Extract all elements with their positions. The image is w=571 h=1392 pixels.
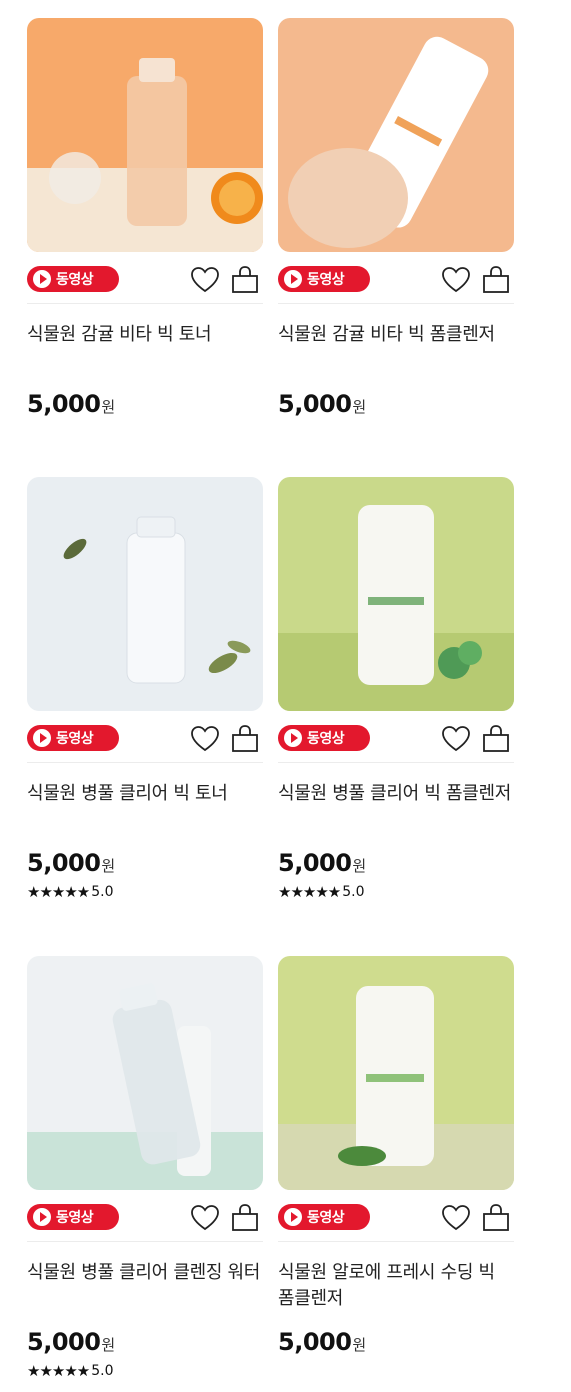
heart-icon[interactable]	[440, 264, 472, 296]
product-price: 5,000 원	[27, 849, 116, 877]
shopping-bag-icon[interactable]	[480, 1202, 512, 1234]
product-card[interactable]: 동영상 식물원 알로에 프레시 수딩 빅 폼클렌저 5,000 원	[278, 956, 514, 1356]
play-icon	[33, 1208, 51, 1226]
product-actions: 동영상	[278, 264, 514, 304]
video-badge[interactable]: 동영상	[27, 1204, 119, 1230]
product-card[interactable]: 동영상 식물원 감귤 비타 빅 토너 5,000 원	[27, 18, 263, 418]
heart-icon[interactable]	[440, 723, 472, 755]
product-actions: 동영상	[27, 1202, 263, 1242]
video-badge[interactable]: 동영상	[278, 1204, 370, 1230]
product-image-cleansing-water	[27, 956, 263, 1190]
video-badge[interactable]: 동영상	[27, 725, 119, 751]
video-badge[interactable]: 동영상	[278, 725, 370, 751]
product-rating: ★★★★★ 5.0	[278, 883, 365, 901]
shopping-bag-icon[interactable]	[480, 723, 512, 755]
product-price: 5,000 원	[27, 390, 116, 418]
product-image-foam-aloe	[278, 956, 514, 1190]
play-icon	[284, 270, 302, 288]
star-icons: ★★★★★	[278, 883, 341, 901]
play-icon	[33, 270, 51, 288]
product-card[interactable]: 동영상 식물원 병풀 클리어 빅 폼클렌저 5,000 원 ★★★★★ 5.0	[278, 477, 514, 901]
heart-icon[interactable]	[189, 264, 221, 296]
product-image[interactable]	[27, 18, 263, 252]
product-price: 5,000 원	[278, 1328, 367, 1356]
star-icons: ★★★★★	[27, 883, 90, 901]
star-icons: ★★★★★	[27, 1362, 90, 1380]
video-badge[interactable]: 동영상	[27, 266, 119, 292]
product-name[interactable]: 식물원 알로에 프레시 수딩 빅 폼클렌저	[278, 1260, 514, 1312]
product-price: 5,000 원	[278, 849, 367, 877]
product-rating: ★★★★★ 5.0	[27, 1362, 114, 1380]
product-image[interactable]	[278, 18, 514, 252]
product-grid: 동영상 식물원 감귤 비타 빅 토너 5,000 원 동영상 식물원 감귤 비타…	[0, 0, 571, 1392]
play-icon	[284, 729, 302, 747]
product-actions: 동영상	[278, 723, 514, 763]
product-image-toner-cica	[27, 477, 263, 711]
play-icon	[284, 1208, 302, 1226]
heart-icon[interactable]	[189, 1202, 221, 1234]
product-name[interactable]: 식물원 병풀 클리어 빅 폼클렌저	[278, 781, 514, 833]
product-image[interactable]	[27, 956, 263, 1190]
heart-icon[interactable]	[189, 723, 221, 755]
product-name[interactable]: 식물원 감귤 비타 빅 폼클렌저	[278, 322, 514, 374]
video-badge[interactable]: 동영상	[278, 266, 370, 292]
product-price: 5,000 원	[278, 390, 367, 418]
shopping-bag-icon[interactable]	[480, 264, 512, 296]
product-name[interactable]: 식물원 병풀 클리어 빅 토너	[27, 781, 263, 833]
product-image-foam-cica	[278, 477, 514, 711]
product-image-foam-orange	[278, 18, 514, 252]
product-card[interactable]: 동영상 식물원 병풀 클리어 클렌징 워터 5,000 원 ★★★★★ 5.0	[27, 956, 263, 1380]
product-actions: 동영상	[27, 723, 263, 763]
product-image[interactable]	[278, 477, 514, 711]
shopping-bag-icon[interactable]	[229, 723, 261, 755]
product-image-toner-orange	[27, 18, 263, 252]
product-actions: 동영상	[27, 264, 263, 304]
product-rating: ★★★★★ 5.0	[27, 883, 114, 901]
product-card[interactable]: 동영상 식물원 병풀 클리어 빅 토너 5,000 원 ★★★★★ 5.0	[27, 477, 263, 901]
shopping-bag-icon[interactable]	[229, 1202, 261, 1234]
product-image[interactable]	[27, 477, 263, 711]
heart-icon[interactable]	[440, 1202, 472, 1234]
product-image[interactable]	[278, 956, 514, 1190]
play-icon	[33, 729, 51, 747]
product-name[interactable]: 식물원 감귤 비타 빅 토너	[27, 322, 263, 374]
product-price: 5,000 원	[27, 1328, 116, 1356]
product-card[interactable]: 동영상 식물원 감귤 비타 빅 폼클렌저 5,000 원	[278, 18, 514, 418]
product-name[interactable]: 식물원 병풀 클리어 클렌징 워터	[27, 1260, 263, 1312]
product-actions: 동영상	[278, 1202, 514, 1242]
shopping-bag-icon[interactable]	[229, 264, 261, 296]
